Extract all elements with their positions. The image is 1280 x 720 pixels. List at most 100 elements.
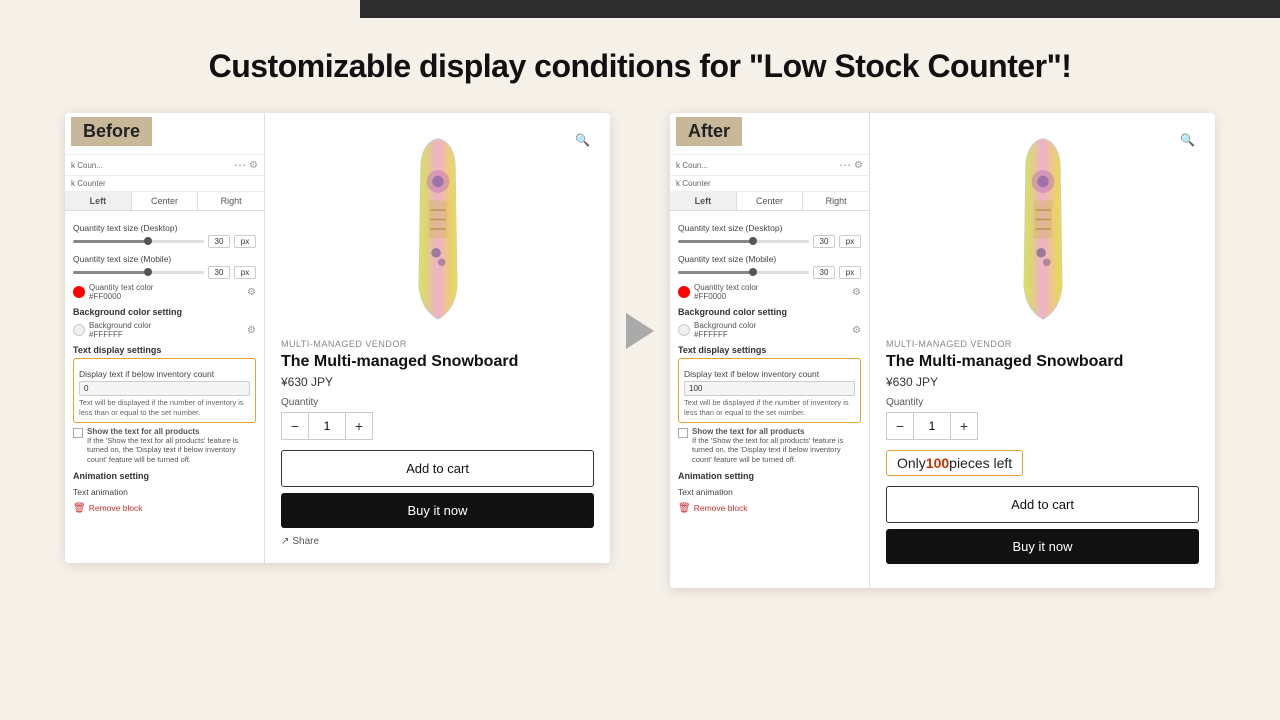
after-settings-panel: After k Coun... ⋯ ⚙ k Counter Left Cente… <box>670 113 870 588</box>
before-tab-right[interactable]: Right <box>198 192 264 210</box>
after-bg-color-sub: Background color <box>694 321 756 330</box>
before-display-if-label: Display text if below inventory count <box>79 369 250 379</box>
before-qty-mobile-value: 30 <box>208 266 230 279</box>
before-share-icon: ↗ <box>281 536 289 547</box>
after-quantity-row: − 1 + <box>886 412 1199 440</box>
after-tabs: Left Center Right <box>670 192 869 211</box>
after-buy-now-button[interactable]: Buy it now <box>886 529 1199 564</box>
before-bg-color-gear-icon[interactable]: ⚙ <box>247 325 256 336</box>
before-panel-title-row: k Coun... ⋯ ⚙ <box>65 155 264 176</box>
before-panel-subtitle-row: k Counter <box>65 176 264 192</box>
after-qty-color-dot[interactable] <box>678 286 690 298</box>
after-panel-subtitle: k Counter <box>676 179 863 188</box>
before-product-price: ¥630 JPY <box>281 375 594 389</box>
before-tab-left[interactable]: Left <box>65 192 132 210</box>
after-product-price: ¥630 JPY <box>886 375 1199 389</box>
after-qty-color-row: Quantity text color #FF0000 ⚙ <box>678 283 861 301</box>
before-share-label: Share <box>292 536 319 547</box>
after-qty-mobile-slider[interactable] <box>678 271 809 274</box>
after-tab-left[interactable]: Left <box>670 192 737 210</box>
after-add-to-cart-button[interactable]: Add to cart <box>886 486 1199 523</box>
after-display-if-input[interactable]: 100 <box>684 381 855 396</box>
before-product-title: The Multi-managed Snowboard <box>281 353 594 371</box>
before-bg-color-sub: Background color <box>89 321 151 330</box>
before-animation-label: Text animation <box>73 487 256 497</box>
before-qty-mobile-slider[interactable] <box>73 271 204 274</box>
before-remove-label: Remove block <box>89 503 143 513</box>
after-bg-color-gear-icon[interactable]: ⚙ <box>852 325 861 336</box>
before-buy-now-button[interactable]: Buy it now <box>281 493 594 528</box>
after-checkbox-label: Show the text for all products <box>692 427 861 436</box>
before-qty-minus-button[interactable]: − <box>281 412 309 440</box>
before-share-link[interactable]: ↗ Share <box>281 536 594 547</box>
before-qty-desktop-slider[interactable] <box>73 240 204 243</box>
before-product-panel: 🔍 <box>265 113 610 563</box>
after-panel-subtitle-row: k Counter <box>670 176 869 192</box>
after-qty-desktop-unit: px <box>839 235 861 248</box>
after-tab-right[interactable]: Right <box>803 192 869 210</box>
after-qty-desktop-slider[interactable] <box>678 240 809 243</box>
arrow-container <box>610 113 670 349</box>
after-magnify-icon[interactable]: 🔍 <box>1180 133 1195 147</box>
before-panel-title: k Coun... <box>71 161 231 170</box>
before-qty-color-label: Quantity text color <box>89 283 153 292</box>
after-panel-wrapper: After k Coun... ⋯ ⚙ k Counter Left Cente… <box>670 113 1215 588</box>
after-text-display-section: Text display settings <box>678 345 861 355</box>
before-magnify-icon[interactable]: 🔍 <box>575 133 590 147</box>
after-bg-color-dot[interactable] <box>678 324 690 336</box>
after-qty-color-gear-icon[interactable]: ⚙ <box>852 287 861 298</box>
after-qty-value: 1 <box>914 412 950 440</box>
low-stock-badge: Only 100 pieces left <box>886 450 1023 476</box>
before-qty-color-gear-icon[interactable]: ⚙ <box>247 287 256 298</box>
before-display-if-input[interactable]: 0 <box>79 381 250 396</box>
before-qty-desktop-slider-row: 30 px <box>73 235 256 248</box>
before-text-display-box: Display text if below inventory count 0 … <box>73 358 256 423</box>
before-qty-desktop-label: Quantity text size (Desktop) <box>73 223 256 233</box>
before-qty-mobile-unit: px <box>234 266 256 279</box>
before-bg-color-row: Background color #FFFFFF ⚙ <box>73 321 256 339</box>
after-qty-color-label: Quantity text color <box>694 283 758 292</box>
after-checkbox[interactable] <box>678 428 688 438</box>
before-bg-color-dot[interactable] <box>73 324 85 336</box>
after-qty-color-hex: #FF0000 <box>694 292 758 301</box>
low-stock-text-after: pieces left <box>949 455 1012 471</box>
before-vendor-label: MULTI-MANAGED VENDOR <box>281 339 594 349</box>
before-qty-value: 1 <box>309 412 345 440</box>
before-tab-center[interactable]: Center <box>132 192 199 210</box>
before-product-image[interactable]: 🔍 <box>281 129 594 329</box>
after-remove-block-btn[interactable]: 🗑 Remove block <box>678 503 861 514</box>
before-checkbox[interactable] <box>73 428 83 438</box>
after-panel-dots-icon: ⋯ <box>839 158 851 172</box>
after-qty-mobile-value: 30 <box>813 266 835 279</box>
before-qty-mobile-label: Quantity text size (Mobile) <box>73 254 256 264</box>
before-add-to-cart-button[interactable]: Add to cart <box>281 450 594 487</box>
after-display-if-label: Display text if below inventory count <box>684 369 855 379</box>
before-quantity-row: − 1 + <box>281 412 594 440</box>
before-text-display-section: Text display settings <box>73 345 256 355</box>
after-checkbox-row: Show the text for all products If the 'S… <box>678 427 861 465</box>
after-product-image[interactable]: 🔍 <box>886 129 1199 329</box>
after-badge: After <box>676 117 742 146</box>
before-checkbox-label: Show the text for all products <box>87 427 256 436</box>
before-badge: Before <box>71 117 152 146</box>
after-tab-center[interactable]: Center <box>737 192 804 210</box>
before-qty-desktop-unit: px <box>234 235 256 248</box>
before-help-text: Text will be displayed if the number of … <box>79 398 250 418</box>
before-qty-plus-button[interactable]: + <box>345 412 373 440</box>
after-panel-gear-icon[interactable]: ⚙ <box>854 160 863 171</box>
after-animation-section: Animation setting <box>678 471 861 481</box>
after-qty-minus-button[interactable]: − <box>886 412 914 440</box>
before-panel-dots-icon: ⋯ <box>234 158 246 172</box>
after-qty-desktop-value: 30 <box>813 235 835 248</box>
before-remove-block-btn[interactable]: 🗑 Remove block <box>73 503 256 514</box>
after-remove-icon: 🗑 <box>678 503 691 514</box>
before-panel-gear-icon[interactable]: ⚙ <box>249 160 258 171</box>
before-animation-section: Animation setting <box>73 471 256 481</box>
before-qty-color-dot[interactable] <box>73 286 85 298</box>
after-qty-plus-button[interactable]: + <box>950 412 978 440</box>
after-qty-mobile-slider-row: 30 px <box>678 266 861 279</box>
after-panel-title: k Coun... <box>676 161 836 170</box>
before-quantity-label: Quantity <box>281 397 594 408</box>
after-qty-mobile-unit: px <box>839 266 861 279</box>
before-remove-icon: 🗑 <box>73 503 86 514</box>
